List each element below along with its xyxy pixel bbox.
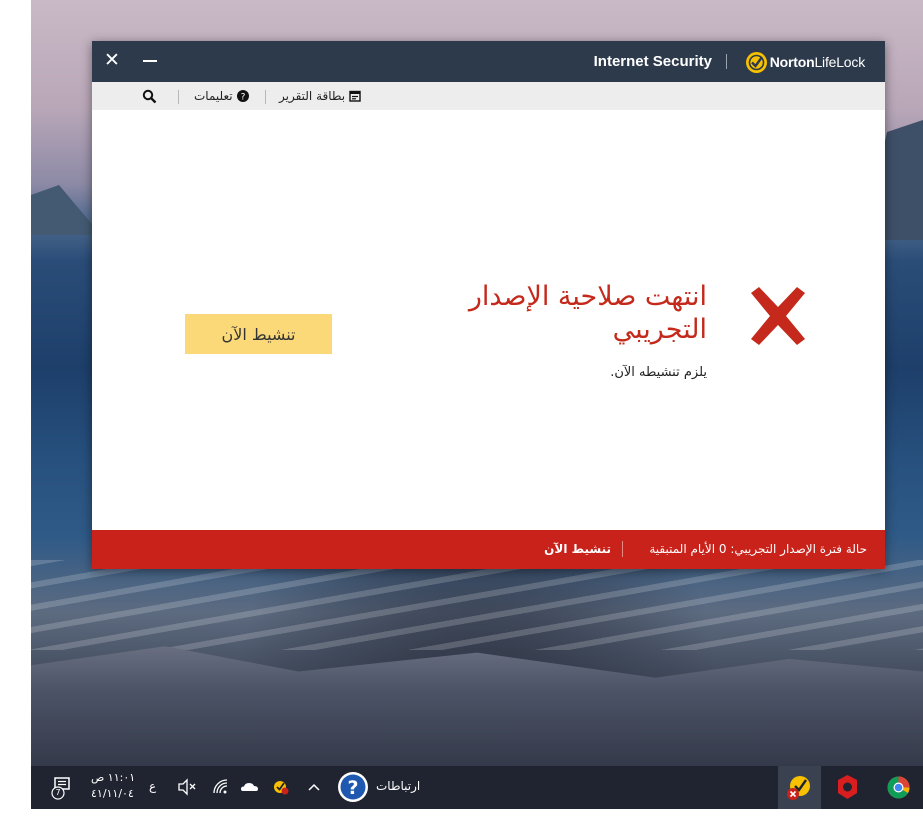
action-center-button[interactable]: 7 [49, 774, 75, 800]
clock-time: ١١:٠١ ص [91, 771, 136, 784]
volume-muted-icon[interactable] [175, 774, 201, 800]
headline-line: انتهت صلاحية الإصدار [468, 281, 707, 312]
language-indicator[interactable]: ع [149, 779, 156, 793]
trial-status-text: حالة فترة الإصدار التجريبي: 0 الأيام الم… [649, 542, 867, 556]
calendar-icon [349, 90, 361, 102]
links-toolbar-label[interactable]: ارتباطات [376, 779, 420, 793]
network-icon[interactable] [208, 774, 234, 800]
status-divider [622, 541, 623, 557]
search-icon[interactable] [142, 89, 157, 104]
expired-x-icon [751, 287, 805, 345]
help-circle-icon[interactable]: ? [337, 771, 369, 803]
onedrive-cloud-icon[interactable] [237, 774, 263, 800]
wallpaper-mountain [31, 185, 101, 235]
activation-required-text: يلزم تنشيطه الآن. [610, 365, 707, 380]
title-bar: ✕ Internet Security NortonLifeLock [92, 41, 885, 82]
main-content: انتهت صلاحية الإصدار التجريبي يلزم تنشيط… [92, 110, 885, 530]
help-icon: ? [236, 90, 249, 102]
activate-now-link[interactable]: تنشيط الآن [544, 542, 611, 556]
svg-text:?: ? [240, 92, 245, 102]
red-shield-app-icon [838, 775, 857, 799]
norton-tray-icon[interactable] [268, 774, 294, 800]
expired-headline: انتهت صلاحية الإصدار التجريبي [377, 280, 707, 346]
norton-app-icon [787, 776, 810, 800]
taskbar: 7 ١١:٠١ ص ٤١/١١/٠٤ ع ? ارتباطات [31, 766, 923, 809]
taskbar-app-security[interactable] [826, 766, 869, 809]
product-title: Internet Security [593, 53, 712, 70]
taskbar-app-chrome[interactable] [877, 766, 920, 809]
report-card-label: بطاقة التقرير [279, 89, 346, 103]
notification-count: 7 [55, 788, 61, 797]
norton-window: ✕ Internet Security NortonLifeLock ? تعل… [92, 41, 885, 569]
toolbar-divider [178, 90, 179, 104]
wallpaper-rocks [31, 646, 923, 766]
title-divider [726, 54, 727, 69]
brand-name-light: LifeLock [814, 54, 865, 70]
activate-now-button[interactable]: تنشيط الآن [185, 314, 332, 354]
trial-status-bar: حالة فترة الإصدار التجريبي: 0 الأيام الم… [92, 530, 885, 569]
taskbar-app-norton[interactable] [778, 766, 821, 809]
clock-date: ٤١/١١/٠٤ [91, 787, 134, 800]
help-label: تعليمات [194, 89, 233, 103]
system-clock[interactable]: ١١:٠١ ص ٤١/١١/٠٤ [91, 770, 135, 802]
chevron-up-icon[interactable] [301, 774, 327, 800]
close-button[interactable]: ✕ [101, 49, 123, 71]
norton-logo: NortonLifeLock [745, 51, 865, 73]
toolbar-divider [265, 90, 266, 104]
report-card-menu[interactable]: بطاقة التقرير [279, 89, 361, 103]
chrome-icon [887, 776, 910, 799]
toolbar: ? تعليمات بطاقة التقرير [92, 82, 885, 110]
minimize-button[interactable] [139, 49, 161, 71]
svg-text:?: ? [347, 777, 358, 799]
wallpaper-waves [31, 560, 923, 650]
norton-checkmark-icon [745, 51, 767, 73]
brand-name: Norton [769, 54, 815, 70]
notification-icon [51, 777, 70, 800]
help-menu[interactable]: ? تعليمات [194, 89, 249, 103]
headline-line: التجريبي [612, 314, 707, 345]
